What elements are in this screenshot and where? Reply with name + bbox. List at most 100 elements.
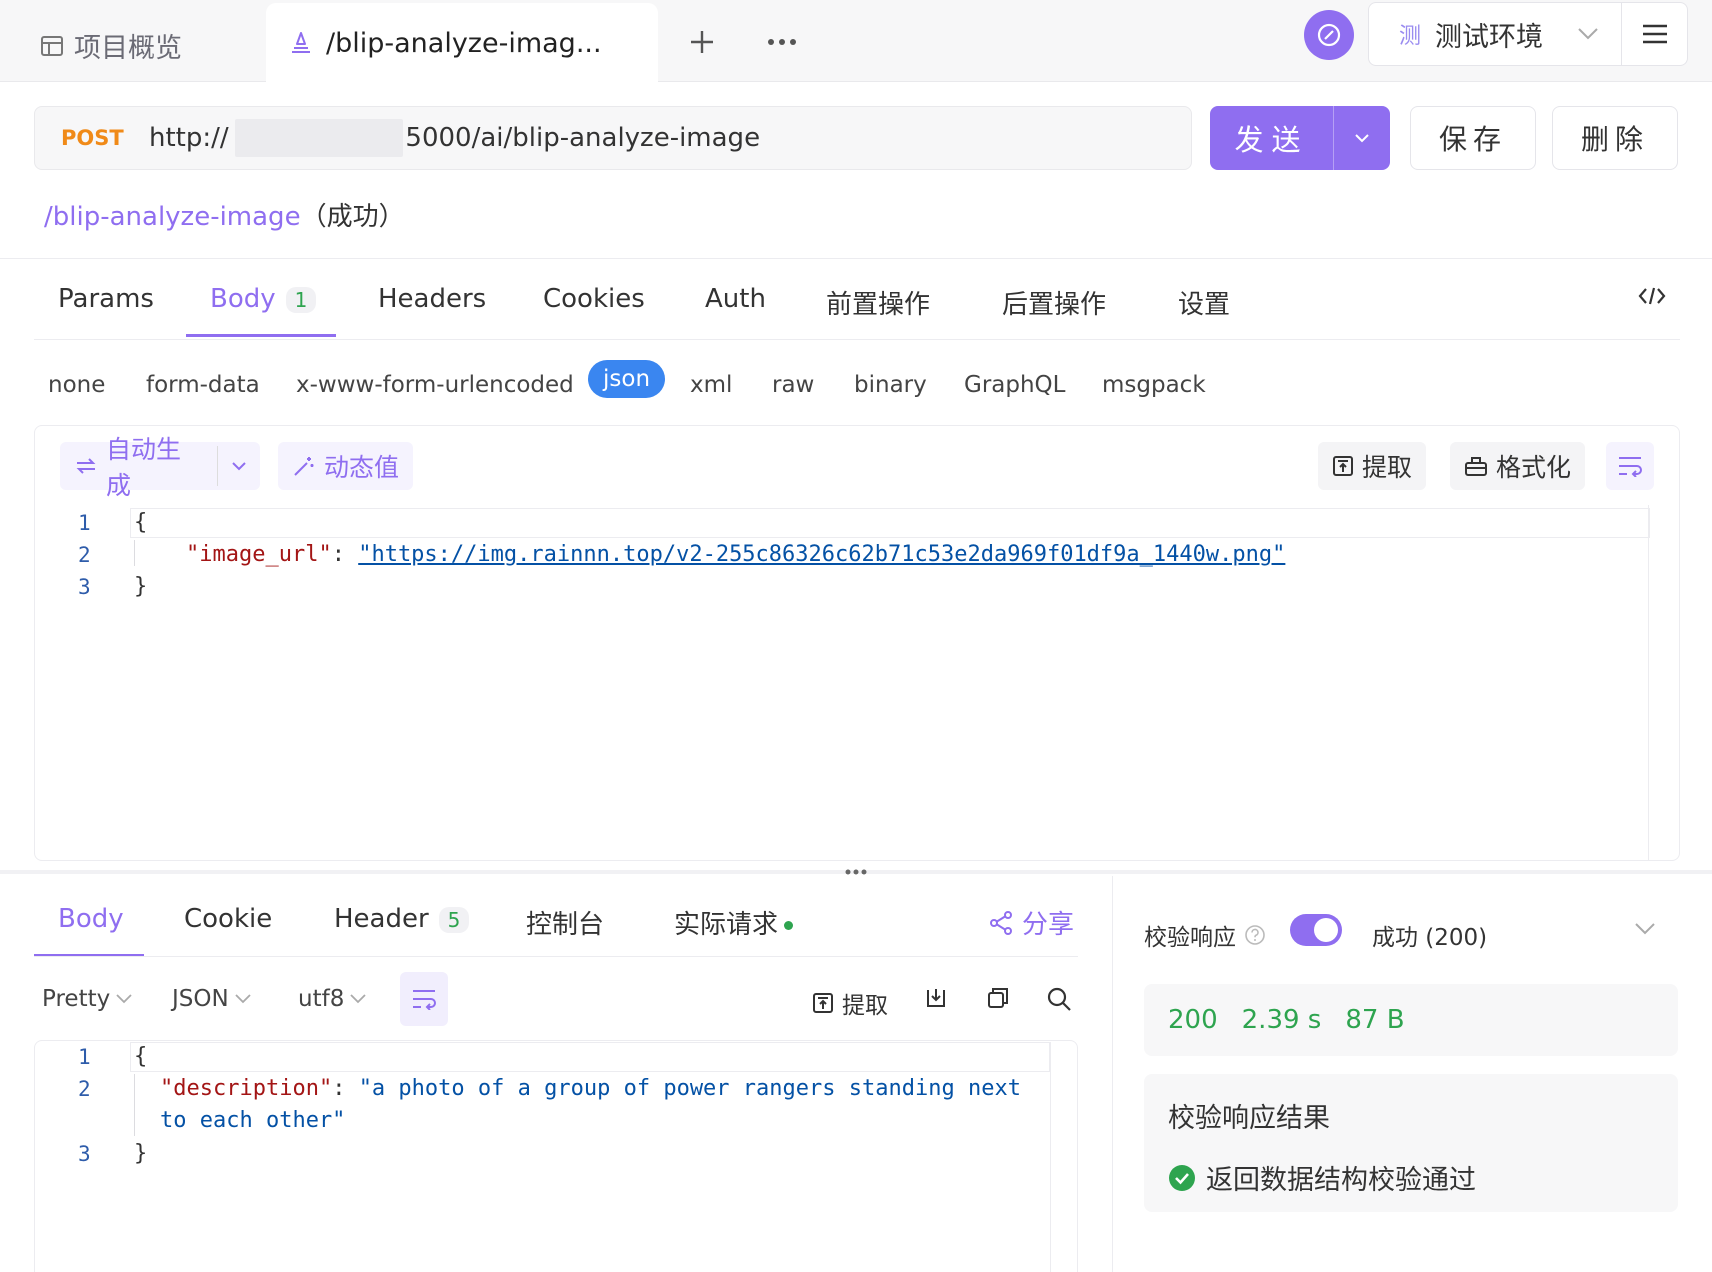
button-label: 分享 [1022, 910, 1075, 940]
env-sync-button[interactable] [1304, 10, 1354, 60]
share-button[interactable]: 分享 [988, 904, 1074, 941]
json-colon: : [332, 1076, 359, 1101]
code-icon[interactable] [1638, 286, 1666, 306]
download-button[interactable] [924, 986, 948, 1010]
tab-params[interactable]: Params [58, 284, 154, 314]
body-type-form-data[interactable]: form-data [146, 372, 260, 398]
tab-headers[interactable]: Headers [378, 284, 486, 314]
url-input[interactable]: http://:5000/ai/blip-analyze-image [149, 119, 760, 157]
validate-response-toggle[interactable] [1290, 914, 1342, 946]
tab-settings[interactable]: 设置 [1178, 284, 1230, 321]
request-tabs: Params Body 1 Headers Cookies Auth 前置操作 后… [0, 258, 1712, 340]
resp-tab-cookie[interactable]: Cookie [184, 904, 272, 934]
divider [34, 339, 1680, 340]
body-type-json[interactable]: json [588, 360, 666, 398]
resp-tab-actual-request[interactable]: 实际请求 [674, 904, 794, 941]
body-type-graphql[interactable]: GraphQL [964, 372, 1065, 398]
pretty-select[interactable]: Pretty [42, 986, 132, 1012]
magic-wand-icon [292, 454, 316, 478]
tab-label: Header [334, 904, 429, 934]
environment-select[interactable]: 测 测试环境 [1368, 2, 1622, 66]
request-body-editor[interactable] [34, 425, 1680, 861]
layout-icon [40, 34, 64, 58]
count-badge: 1 [285, 287, 317, 313]
extract-button[interactable]: 提取 [1318, 442, 1427, 490]
format-button[interactable]: 格式化 [1450, 442, 1586, 490]
result-text: 返回数据结构校验通过 [1206, 1165, 1476, 1196]
word-wrap-button[interactable] [1606, 442, 1654, 490]
button-label: 动态值 [324, 453, 400, 482]
dynamic-value-button[interactable]: 动态值 [278, 442, 414, 490]
word-wrap-button[interactable] [400, 972, 448, 1026]
body-type-msgpack[interactable]: msgpack [1102, 372, 1206, 398]
extract-button[interactable]: 提取 [812, 986, 888, 1020]
status-code: 200 [1168, 1005, 1218, 1035]
extract-icon [1332, 455, 1354, 477]
http-method[interactable]: POST [61, 126, 149, 150]
extract-icon [812, 992, 834, 1014]
format-select[interactable]: JSON [172, 986, 251, 1012]
body-type-urlencoded[interactable]: x-www-form-urlencoded [296, 372, 574, 398]
tab-label: 项目概览 [74, 33, 182, 64]
tab-auth[interactable]: Auth [705, 284, 766, 314]
menu-button[interactable] [1622, 2, 1688, 66]
button-label: 提取 [842, 993, 888, 1019]
word-wrap-icon [1617, 455, 1643, 477]
resp-tab-console[interactable]: 控制台 [526, 904, 604, 941]
encoding-select[interactable]: utf8 [298, 986, 366, 1012]
drag-handle-icon[interactable] [844, 868, 868, 876]
editor-scrollbar[interactable] [1648, 505, 1649, 861]
url-prefix: http:// [149, 123, 229, 153]
new-tab-button[interactable] [682, 22, 722, 62]
auto-generate-button[interactable]: 自动生成 [60, 435, 260, 500]
json-url-value[interactable]: "https://img.rainnn.top/v2-255c86326c62b… [358, 542, 1285, 567]
chevron-down-icon [350, 994, 366, 1004]
env-badge: 测 [1399, 24, 1422, 49]
line-number: 3 [78, 575, 91, 599]
resp-tab-body[interactable]: Body [58, 904, 124, 934]
body-type-xml[interactable]: xml [690, 372, 732, 398]
validation-status: 成功 (200) [1372, 925, 1488, 951]
url-bar[interactable]: POST http://:5000/ai/blip-analyze-image [34, 106, 1192, 170]
send-dropdown-button[interactable] [1334, 106, 1390, 170]
response-body-viewer[interactable] [34, 1040, 1078, 1272]
count-badge: 5 [438, 907, 470, 933]
copy-button[interactable] [986, 986, 1010, 1010]
body-type-raw[interactable]: raw [772, 372, 814, 398]
search-button[interactable] [1046, 986, 1072, 1012]
divider [34, 956, 1078, 957]
chevron-down-icon [116, 994, 132, 1004]
tab-body[interactable]: Body 1 [210, 284, 317, 314]
more-tabs-button[interactable] [762, 22, 802, 62]
tab-cookies[interactable]: Cookies [543, 284, 645, 314]
tab-post-operations[interactable]: 后置操作 [1002, 284, 1106, 321]
sync-icon [1316, 22, 1342, 48]
delete-button[interactable]: 删除 [1552, 106, 1678, 170]
line-number: 1 [78, 511, 91, 535]
api-path[interactable]: /blip-analyze-image [44, 202, 301, 232]
current-line-highlight [130, 508, 1650, 538]
tab-blip-analyze-image[interactable]: /blip-analyze-imag... [266, 3, 658, 83]
code-brace: } [134, 574, 148, 599]
chevron-down-icon[interactable] [1634, 922, 1656, 936]
vertical-divider [1112, 876, 1113, 1272]
save-button[interactable]: 保存 [1410, 106, 1536, 170]
button-label: 自动生成 [106, 435, 182, 500]
validation-result-card: 校验响应结果 返回数据结构校验通过 [1144, 1074, 1678, 1212]
chevron-down-icon[interactable] [217, 446, 246, 486]
tab-pre-operations[interactable]: 前置操作 [826, 284, 930, 321]
help-icon[interactable] [1244, 924, 1266, 946]
editor-scrollbar[interactable] [1050, 1042, 1051, 1272]
response-stats: 200 2.39 s 87 B [1144, 984, 1678, 1056]
check-circle-icon [1168, 1164, 1196, 1192]
body-type-none[interactable]: none [48, 372, 105, 398]
send-button[interactable]: 发送 [1210, 106, 1334, 170]
tab-project-overview[interactable]: 项目概览 [40, 26, 182, 65]
code-brace: { [134, 1044, 148, 1069]
download-icon [924, 986, 948, 1010]
resp-tab-header[interactable]: Header 5 [334, 904, 470, 934]
tab-label: Body [210, 284, 276, 314]
json-value-continued: to each other" [160, 1108, 346, 1133]
body-type-binary[interactable]: binary [854, 372, 927, 398]
line-number: 2 [78, 1077, 91, 1101]
